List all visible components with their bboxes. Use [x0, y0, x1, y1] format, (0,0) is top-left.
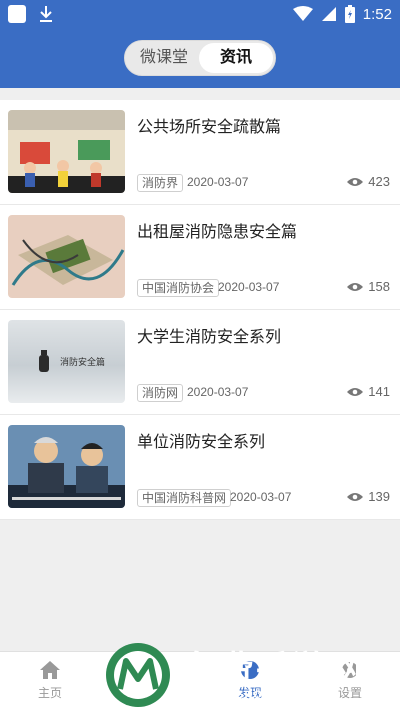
clock: 1:52 [362, 5, 392, 23]
watermark-logo [106, 643, 170, 707]
tab-weiketang[interactable]: 微课堂 [127, 43, 201, 73]
article-list: 公共场所安全疏散篇 消防界 2020-03-07 423 出租屋消防隐患安全篇 … [0, 100, 400, 520]
home-icon [40, 661, 60, 679]
view-count: 423 [347, 174, 390, 189]
article-title: 出租屋消防隐患安全篇 [137, 224, 298, 241]
wifi-icon [292, 6, 313, 21]
list-item[interactable]: 公共场所安全疏散篇 消防界 2020-03-07 423 [0, 100, 400, 205]
source-tag: 消防界 [137, 174, 184, 192]
watermark-text: 免费手游网 [184, 650, 364, 688]
nav-home-label: 主页 [37, 686, 62, 700]
list-item[interactable]: 消防安全篇 大学生消防安全系列 消防网 2020-03-07 141 [0, 310, 400, 415]
app-header: 微课堂 资讯 [0, 28, 400, 88]
status-bar: 1:52 [0, 0, 400, 28]
publish-date: 2020-03-07 [218, 280, 280, 294]
signal-icon [321, 7, 336, 21]
eye-icon [347, 282, 364, 291]
list-item[interactable]: 出租屋消防隐患安全篇 中国消防协会 2020-03-07 158 [0, 205, 400, 310]
view-count: 139 [347, 489, 390, 504]
eye-icon [347, 387, 364, 396]
source-tag: 中国消防协会 [137, 279, 220, 297]
article-thumbnail [8, 215, 125, 298]
article-title: 单位消防安全系列 [137, 434, 266, 451]
watermark-subtext: MIANFEISHOUYOUWANG [184, 689, 338, 701]
view-count-value: 423 [368, 174, 390, 189]
app-notification-icon [8, 5, 26, 23]
publish-date: 2020-03-07 [187, 385, 249, 399]
thumbnail-caption: 消防安全篇 [60, 357, 106, 367]
segmented-control: 微课堂 资讯 [124, 40, 276, 76]
tab-zixun[interactable]: 资讯 [199, 43, 273, 73]
publish-date: 2020-03-07 [230, 490, 292, 504]
view-count: 158 [347, 279, 390, 294]
publish-date: 2020-03-07 [187, 175, 249, 189]
nav-home[interactable]: 主页 [20, 660, 80, 701]
source-tag: 消防网 [137, 384, 184, 402]
article-title: 大学生消防安全系列 [137, 329, 282, 346]
view-count-value: 158 [368, 279, 390, 294]
view-count-value: 141 [368, 384, 390, 399]
view-count-value: 139 [368, 489, 390, 504]
article-thumbnail [8, 425, 125, 508]
article-thumbnail [8, 110, 125, 193]
download-icon [40, 6, 52, 22]
view-count: 141 [347, 384, 390, 399]
battery-icon [344, 5, 355, 23]
eye-icon [347, 492, 364, 501]
article-title: 公共场所安全疏散篇 [137, 119, 282, 136]
eye-icon [347, 177, 364, 186]
article-thumbnail: 消防安全篇 [8, 320, 125, 403]
fire-extinguisher-icon [39, 350, 49, 372]
source-tag: 中国消防科普网 [137, 489, 232, 507]
list-item[interactable]: 单位消防安全系列 中国消防科普网 2020-03-07 139 [0, 415, 400, 520]
